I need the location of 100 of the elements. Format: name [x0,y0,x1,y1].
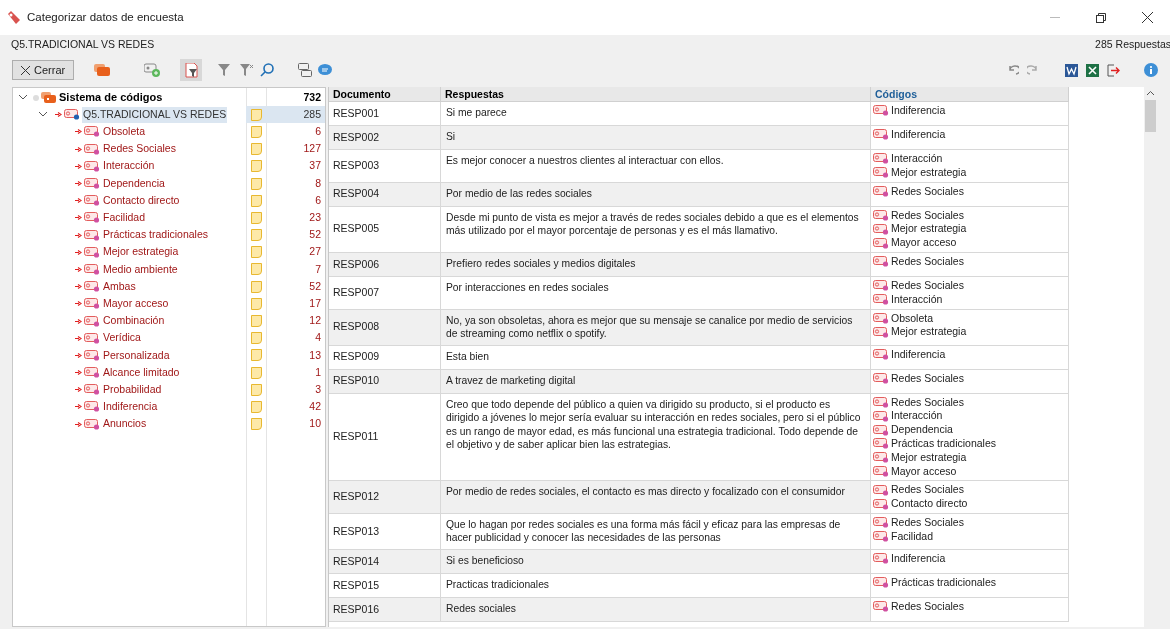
code-label: Redes Sociales [891,183,964,199]
code-tag-icon [873,312,889,324]
undo-icon[interactable] [1007,65,1019,75]
info-icon[interactable] [1144,63,1158,77]
table-cell-text: Practicas tradicionales [446,577,550,592]
arrow-icon [75,301,82,307]
table-cell-text: Por medio de redes sociales, el contacto es mas directo y focalizado con el consumidor [446,485,846,499]
tree-item[interactable]: Mayor acceso [102,295,170,312]
color-swatch [250,125,262,138]
table-cell-text: RESP013 [333,523,380,539]
tree-item[interactable]: Verídica [102,330,142,347]
code-label: Indiferencia [891,551,946,566]
excel-icon[interactable] [1086,63,1099,77]
code-label: Indiferencia [891,127,946,143]
code-tag-icon [873,129,889,141]
code-count: 13 [308,347,322,363]
tree-item[interactable]: Indiferencia [102,399,159,415]
code-tag-icon [84,332,100,344]
tree-item[interactable]: Mejor estrategia [102,244,180,261]
code-label: Redes Sociales [891,482,964,498]
color-swatch [250,143,262,156]
new-code-icon[interactable] [144,63,161,77]
tree-item[interactable]: Alcance limitado [102,364,181,381]
close-icon [1141,12,1153,23]
table-cell-text: RESP012 [333,489,380,505]
code-count: 6 [314,192,322,208]
code-label: Interacción [891,291,943,307]
tree-item[interactable]: Interacción [102,158,156,175]
close-button[interactable]: Cerrar [12,60,75,80]
word-icon[interactable] [1065,63,1078,77]
tree-item[interactable]: Sistema de códigos [58,89,164,106]
export-icon[interactable] [1107,63,1120,77]
code-tag-icon [84,143,100,155]
scroll-thumb[interactable] [1145,100,1156,132]
code-tag-icon [84,195,100,207]
table-cell-text: RESP001 [333,105,380,121]
arrow-icon [75,387,82,393]
code-tag-icon [873,577,889,589]
expanded-chevron-icon[interactable] [39,112,47,118]
code-label: Indiferencia [891,103,946,119]
color-swatch [250,297,262,310]
code-system-icon[interactable] [94,64,111,76]
code-tag-icon [873,167,889,179]
table-cell: RESP011 [333,429,379,445]
table-cell: RESP008 [333,319,380,335]
table-cell-text: Prefiero redes sociales y medios digitales [446,257,637,271]
tree-item[interactable]: Probabilidad [102,381,163,398]
tree-item[interactable]: Redes Sociales [102,141,177,158]
tree-item[interactable]: Facilidad [102,210,147,226]
arrow-icon [75,215,82,221]
code-label: Prácticas tradicionales [891,575,997,590]
tree-item[interactable]: Dependencia [102,175,166,192]
tree-item[interactable]: Prácticas tradicionales [102,227,210,243]
tree-item[interactable]: Anuncios [102,416,148,433]
code-tag-icon [64,109,80,121]
tree-item[interactable]: Combinación [102,313,166,329]
code-tag-icon [873,424,889,436]
arrow-icon [55,112,62,118]
codes-icon[interactable] [298,63,313,77]
color-swatch [250,177,262,190]
code-tag-icon [873,438,889,450]
code-count: 27 [308,244,322,260]
code-label: Indiferencia [891,346,946,362]
column-header[interactable]: Respuestas [441,87,871,101]
tree-item[interactable]: Medio ambiente [102,261,179,278]
table-cell-text: RESP015 [333,577,380,593]
tree-item[interactable]: Personalizada [102,347,171,364]
clear-filter-icon[interactable] [240,64,255,76]
tree-item[interactable]: Obsoleta [102,124,147,140]
filter-document-button[interactable] [180,59,203,81]
restore-icon [1096,12,1106,23]
comment-icon[interactable] [318,64,333,76]
code-tag-icon [873,372,889,384]
filter-icon[interactable] [218,64,231,76]
tree-item[interactable]: Q5.TRADICIONAL VS REDES [82,106,228,123]
code-tag-icon [873,256,889,268]
code-label: Mayor acceso [891,235,957,251]
tree-item[interactable]: Ambas [102,278,137,295]
table-cell-text: Si me parece [446,106,508,120]
code-system-icon [41,92,56,104]
column-header[interactable]: Documento [329,87,441,101]
code-tag-icon [84,126,100,138]
code-tag-icon [873,186,889,197]
code-tag-icon [84,298,100,310]
code-label: Redes Sociales [891,370,964,386]
code-label: Prácticas tradicionales [891,436,997,451]
scroll-up-icon[interactable] [1147,91,1154,95]
code-label: Mayor acceso [891,463,957,479]
expanded-chevron-icon[interactable] [19,95,27,101]
code-tag-icon [84,401,100,413]
code-tag-icon [873,348,889,360]
code-count: 8 [314,175,322,191]
code-count: 37 [308,158,322,174]
code-label: Interacción [891,408,943,424]
code-tag-icon [873,280,889,292]
search-icon[interactable] [260,63,275,77]
redo-icon[interactable] [1027,65,1039,75]
code-tag-icon [873,105,889,117]
code-tag-icon [873,517,889,529]
tree-item[interactable]: Contacto directo [102,192,181,209]
